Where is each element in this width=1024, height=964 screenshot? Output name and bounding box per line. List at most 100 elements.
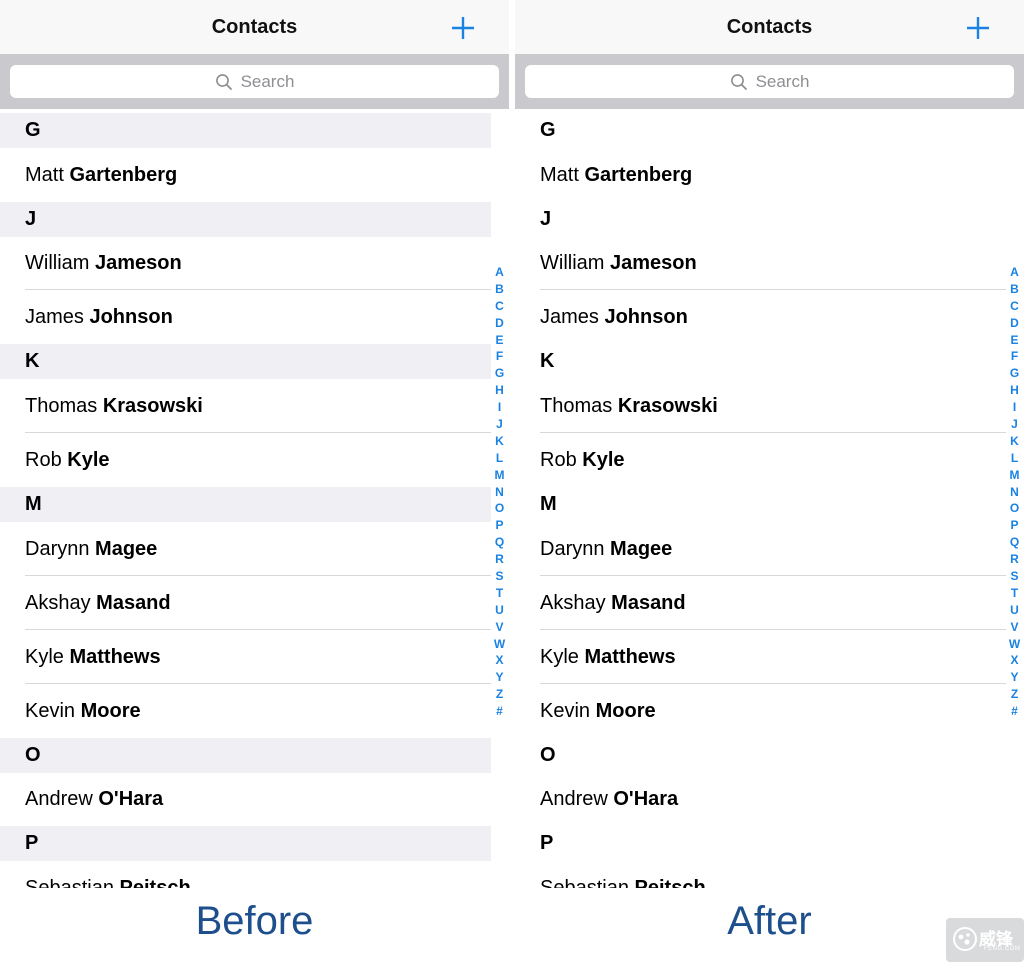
nav-title: Contacts: [726, 16, 813, 38]
index-letter[interactable]: I: [490, 399, 509, 416]
section-index[interactable]: A B C D E F G H I J K L M N O P Q R S T …: [490, 264, 509, 720]
add-contact-button[interactable]: [446, 11, 480, 45]
index-letter[interactable]: J: [1005, 416, 1024, 433]
contact-row[interactable]: Matt Gartenberg: [0, 148, 491, 202]
contact-row[interactable]: James Johnson: [515, 290, 1006, 344]
watermark-subtext: FENG.COM: [984, 946, 1021, 952]
index-letter[interactable]: Y: [490, 669, 509, 686]
index-letter[interactable]: P: [490, 517, 509, 534]
contact-row[interactable]: Akshay Masand: [0, 576, 491, 630]
index-letter[interactable]: W: [490, 636, 509, 653]
index-letter[interactable]: K: [1005, 433, 1024, 450]
contact-row[interactable]: William Jameson: [0, 236, 491, 290]
contact-row[interactable]: Thomas Krasowski: [515, 379, 1006, 433]
index-letter[interactable]: X: [490, 652, 509, 669]
search-input[interactable]: Search: [10, 65, 499, 98]
index-letter[interactable]: I: [1005, 399, 1024, 416]
index-letter[interactable]: E: [1005, 332, 1024, 349]
index-letter[interactable]: L: [490, 450, 509, 467]
contact-row[interactable]: Kevin Moore: [515, 684, 1006, 738]
contact-row[interactable]: Kyle Matthews: [515, 630, 1006, 684]
navigation-bar: Contacts: [515, 0, 1024, 55]
index-letter[interactable]: Y: [1005, 669, 1024, 686]
index-letter[interactable]: R: [1005, 551, 1024, 568]
index-letter[interactable]: B: [1005, 281, 1024, 298]
search-bar: Search: [0, 55, 509, 109]
search-placeholder: Search: [755, 71, 810, 91]
section-header-k: K: [515, 344, 1006, 379]
contact-row[interactable]: Darynn Magee: [515, 522, 1006, 576]
index-letter[interactable]: #: [490, 703, 509, 720]
contact-row[interactable]: Matt Gartenberg: [515, 148, 1006, 202]
contact-row[interactable]: Sebastian Peitsch: [515, 861, 1006, 888]
index-letter[interactable]: Z: [1005, 686, 1024, 703]
index-letter[interactable]: G: [490, 365, 509, 382]
index-letter[interactable]: #: [1005, 703, 1024, 720]
contact-row[interactable]: Akshay Masand: [515, 576, 1006, 630]
index-letter[interactable]: F: [490, 348, 509, 365]
section-header-o: O: [515, 738, 1006, 773]
index-letter[interactable]: Z: [490, 686, 509, 703]
search-icon: [215, 73, 232, 90]
index-letter[interactable]: C: [1005, 298, 1024, 315]
index-letter[interactable]: C: [490, 298, 509, 315]
section-header-m: M: [515, 487, 1006, 522]
index-letter[interactable]: W: [1005, 636, 1024, 653]
before-panel: Contacts Search G Matt Gartenberg J Will…: [0, 0, 509, 888]
index-letter[interactable]: D: [1005, 315, 1024, 332]
index-letter[interactable]: H: [1005, 382, 1024, 399]
index-letter[interactable]: L: [1005, 450, 1024, 467]
index-letter[interactable]: K: [490, 433, 509, 450]
contact-row[interactable]: Kyle Matthews: [0, 630, 491, 684]
search-input[interactable]: Search: [525, 65, 1014, 98]
contact-row[interactable]: Rob Kyle: [0, 433, 491, 487]
index-letter[interactable]: F: [1005, 348, 1024, 365]
index-letter[interactable]: X: [1005, 652, 1024, 669]
section-header-o: O: [0, 738, 491, 773]
contact-row[interactable]: Thomas Krasowski: [0, 379, 491, 433]
index-letter[interactable]: Q: [490, 534, 509, 551]
index-letter[interactable]: V: [1005, 619, 1024, 636]
contact-row[interactable]: Darynn Magee: [0, 522, 491, 576]
index-letter[interactable]: B: [490, 281, 509, 298]
index-letter[interactable]: A: [1005, 264, 1024, 281]
index-letter[interactable]: P: [1005, 517, 1024, 534]
section-header-p: P: [515, 826, 1006, 861]
index-letter[interactable]: N: [490, 484, 509, 501]
index-letter[interactable]: T: [490, 585, 509, 602]
index-letter[interactable]: Q: [1005, 534, 1024, 551]
contact-row[interactable]: Andrew O'Hara: [0, 772, 491, 826]
contact-row[interactable]: Kevin Moore: [0, 684, 491, 738]
index-letter[interactable]: O: [1005, 500, 1024, 517]
index-letter[interactable]: O: [490, 500, 509, 517]
index-letter[interactable]: M: [490, 467, 509, 484]
index-letter[interactable]: D: [490, 315, 509, 332]
index-letter[interactable]: T: [1005, 585, 1024, 602]
index-letter[interactable]: R: [490, 551, 509, 568]
index-letter[interactable]: U: [490, 602, 509, 619]
index-letter[interactable]: S: [1005, 568, 1024, 585]
index-letter[interactable]: E: [490, 332, 509, 349]
contact-row[interactable]: Andrew O'Hara: [515, 772, 1006, 826]
index-letter[interactable]: S: [490, 568, 509, 585]
contact-row[interactable]: James Johnson: [0, 290, 491, 344]
nav-title: Contacts: [211, 16, 298, 38]
section-index[interactable]: A B C D E F G H I J K L M N O P Q R S T …: [1005, 264, 1024, 720]
section-header-g: G: [0, 113, 491, 148]
contact-row[interactable]: Rob Kyle: [515, 433, 1006, 487]
watermark: 威锋 FENG.COM: [946, 918, 1024, 962]
add-contact-button[interactable]: [961, 11, 995, 45]
index-letter[interactable]: G: [1005, 365, 1024, 382]
weiphone-logo-icon: [953, 927, 977, 951]
index-letter[interactable]: A: [490, 264, 509, 281]
contact-row[interactable]: William Jameson: [515, 236, 1006, 290]
index-letter[interactable]: M: [1005, 467, 1024, 484]
index-letter[interactable]: U: [1005, 602, 1024, 619]
index-letter[interactable]: J: [490, 416, 509, 433]
index-letter[interactable]: V: [490, 619, 509, 636]
index-letter[interactable]: H: [490, 382, 509, 399]
contact-list: G Matt Gartenberg J William Jameson Jame…: [515, 110, 1024, 888]
section-header-g: G: [515, 113, 1006, 148]
index-letter[interactable]: N: [1005, 484, 1024, 501]
contact-row[interactable]: Sebastian Peitsch: [0, 861, 491, 888]
